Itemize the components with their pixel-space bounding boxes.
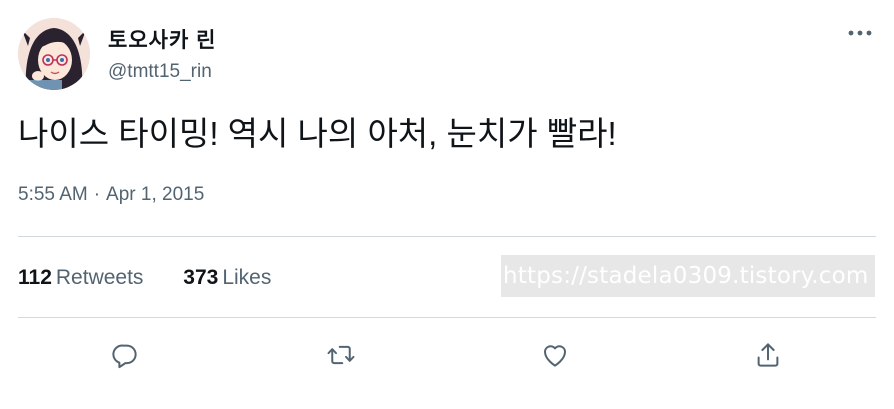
likes-label: Likes [222,266,272,289]
action-bar [0,335,894,375]
more-button[interactable] [843,20,877,46]
watermark: https://stadela0309.tistory.com [501,255,875,297]
divider [18,236,876,237]
user-handle[interactable]: @tmtt15_rin [108,61,212,83]
anime-girl-avatar-icon [18,18,90,90]
engagement-stats: 112 Retweets 373 Likes [18,266,271,290]
more-horizontal-icon [848,30,872,36]
timestamp-separator: · [93,184,101,205]
avatar[interactable] [18,18,90,90]
like-button[interactable] [535,335,575,375]
likes-stat[interactable]: 373 Likes [183,266,271,290]
reply-icon [112,344,137,369]
retweets-count: 112 [18,266,52,289]
share-button[interactable] [748,335,788,375]
tweet-date[interactable]: Apr 1, 2015 [106,184,204,205]
retweets-stat[interactable]: 112 Retweets [18,266,143,290]
retweet-button[interactable] [321,335,361,375]
timestamp[interactable]: 5:55 AM · Apr 1, 2015 [18,184,204,206]
tweet-time[interactable]: 5:55 AM [18,184,88,205]
reply-button[interactable] [105,335,145,375]
divider [18,317,876,318]
retweet-icon [327,345,355,365]
heart-icon [544,345,566,367]
tweet-card: 토오사카 린 @tmtt15_rin 나이스 타이밍! 역시 나의 아처, 눈치… [0,0,894,409]
share-icon [757,343,779,367]
likes-count: 373 [183,266,219,289]
retweets-label: Retweets [55,266,144,289]
display-name[interactable]: 토오사카 린 [108,24,216,54]
tweet-text: 나이스 타이밍! 역시 나의 아처, 눈치가 빨라! [18,115,617,152]
